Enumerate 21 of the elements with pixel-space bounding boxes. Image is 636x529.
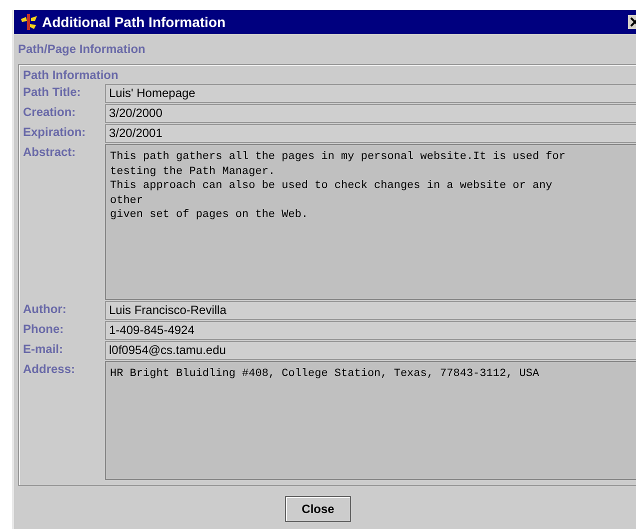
field-label: E-mail: xyxy=(23,341,64,358)
field-label: Creation: xyxy=(23,104,77,121)
field-label: Author: xyxy=(23,301,68,318)
app-icon xyxy=(20,13,38,31)
window-title: Additional Path Information xyxy=(42,14,226,30)
group-title: Path Information xyxy=(23,68,120,84)
text-field[interactable]: 1-409-845-4924 xyxy=(105,321,636,340)
text-field[interactable]: Luis' Homepage xyxy=(105,84,636,103)
field-label: Abstract: xyxy=(23,144,77,161)
field-label: Path Title: xyxy=(23,84,82,101)
close-button[interactable]: Close xyxy=(285,496,351,522)
text-area[interactable]: This path gathers all the pages in my personal website.It is used for testing the Path Manager. This approach can also be used to check changes in a website or any other given set of pages on the Web. xyxy=(105,144,636,300)
section-title: Path/Page Information xyxy=(18,42,146,58)
field-label: Address: xyxy=(23,361,76,378)
text-area[interactable]: HR Bright Bluidling #408, College Station, Texas, 77843-3112, USA xyxy=(105,361,636,480)
text-field[interactable]: 3/20/2001 xyxy=(105,124,636,143)
text-field[interactable]: 3/20/2000 xyxy=(105,104,636,123)
text-field[interactable]: l0f0954@cs.tamu.edu xyxy=(105,341,636,360)
field-label: Phone: xyxy=(23,321,65,338)
text-field[interactable]: Luis Francisco-Revilla xyxy=(105,301,636,320)
field-label: Expiration: xyxy=(23,124,87,141)
